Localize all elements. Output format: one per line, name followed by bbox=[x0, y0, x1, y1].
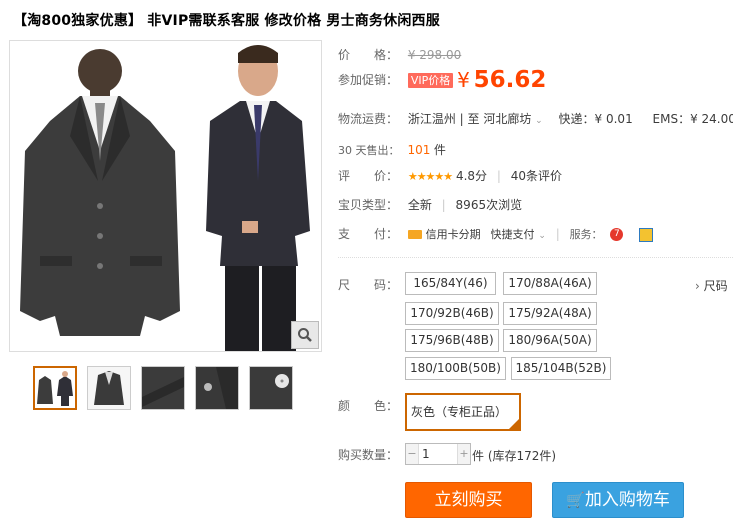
cart-icon: 🛒 bbox=[566, 491, 585, 509]
quick-pay[interactable]: 快捷支付 bbox=[490, 228, 534, 241]
shipping-route[interactable]: 浙江温州 | 至 河北廊坊 ⌄ bbox=[408, 112, 543, 126]
view-count: 8965次浏览 bbox=[455, 198, 523, 212]
increment-button[interactable]: + bbox=[457, 444, 470, 464]
chevron-down-icon[interactable]: ⌄ bbox=[538, 231, 546, 241]
size-option[interactable]: 175/92A(48A) bbox=[503, 302, 597, 325]
color-label-row: 颜 色： bbox=[338, 397, 404, 414]
promo-row: 参加促销： VIP价格 ¥ 56.62 bbox=[338, 67, 546, 93]
size-option[interactable]: 180/100B(50B) bbox=[405, 357, 506, 380]
quantity-label-row: 购买数量： bbox=[338, 446, 404, 463]
quantity-label: 购买数量： bbox=[338, 448, 399, 462]
item-condition: 全新 bbox=[407, 198, 432, 212]
active-arrow-icon bbox=[51, 366, 63, 367]
thumbnail-4[interactable] bbox=[195, 366, 239, 410]
stock-info: 件 (库存172件) bbox=[472, 449, 557, 463]
review-count-link[interactable]: 40条评价 bbox=[511, 169, 562, 183]
thumbnail-3[interactable] bbox=[141, 366, 185, 410]
shipping-row: 物流运费： 浙江温州 | 至 河北廊坊 ⌄ 快递：¥ 0.01 EMS：¥ 24… bbox=[338, 110, 733, 127]
check-icon bbox=[508, 418, 520, 430]
main-product-image[interactable] bbox=[9, 40, 322, 352]
magnifier-icon bbox=[298, 328, 312, 342]
size-label-row: 尺 码： bbox=[338, 276, 404, 293]
promo-price: 56.62 bbox=[473, 67, 547, 93]
shipping-label: 物流运费： bbox=[338, 112, 399, 126]
vip-badge: VIP价格 bbox=[407, 72, 454, 88]
seven-day-return-icon[interactable]: 7 bbox=[610, 228, 624, 241]
product-title: 【淘800独家优惠】 非VIP需联系客服 修改价格 男士商务休闲西服 bbox=[13, 13, 440, 29]
star-rating-icon: ★★★★★ bbox=[407, 170, 453, 183]
zoom-button[interactable] bbox=[291, 321, 319, 349]
add-to-cart-label: 加入购物车 bbox=[584, 490, 670, 510]
credit-installment[interactable]: 信用卡分期 bbox=[426, 228, 481, 241]
quantity-stepper: − + bbox=[405, 443, 471, 465]
original-price: ¥ 298.00 bbox=[407, 48, 462, 62]
color-label: 颜 色： bbox=[338, 399, 399, 413]
rating-score: 4.8分 bbox=[455, 169, 488, 183]
payment-row: 支 付： 信用卡分期 快捷支付 ⌄ | 服务： 7 bbox=[338, 225, 654, 242]
credit-card-icon bbox=[407, 230, 422, 239]
express-fee: 快递：¥ 0.01 bbox=[558, 112, 633, 126]
size-option[interactable]: 175/96B(48B) bbox=[405, 329, 499, 352]
payment-label: 支 付： bbox=[338, 227, 399, 241]
thumbnail-strip bbox=[33, 366, 293, 410]
color-option-label: 灰色（专柜正品） bbox=[411, 405, 508, 419]
size-chart-link[interactable]: › 尺码 bbox=[695, 277, 728, 294]
product-photo bbox=[10, 41, 321, 351]
service-label: 服务： bbox=[569, 228, 603, 241]
decrement-button[interactable]: − bbox=[406, 444, 419, 464]
thumbnail-2[interactable] bbox=[87, 366, 131, 410]
divider: | bbox=[555, 227, 560, 241]
size-option[interactable]: 170/92B(46B) bbox=[405, 302, 499, 325]
size-option[interactable]: 185/104B(52B) bbox=[511, 357, 611, 380]
ems-fee: EMS：¥ 24.00 bbox=[652, 112, 733, 126]
price-row: 价 格： ¥ 298.00 bbox=[338, 46, 461, 63]
rating-label: 评 价： bbox=[338, 169, 399, 183]
item-type-label: 宝贝类型： bbox=[338, 198, 399, 212]
divider-line bbox=[338, 257, 733, 258]
chevron-down-icon: ⌄ bbox=[535, 116, 543, 126]
size-option[interactable]: 180/96A(50A) bbox=[503, 329, 597, 352]
sales-unit: 件 bbox=[433, 143, 446, 157]
sales-row: 30 天售出： 101 件 bbox=[338, 141, 446, 158]
promo-currency: ¥ bbox=[457, 68, 470, 92]
promo-label: 参加促销： bbox=[338, 72, 399, 87]
size-option[interactable]: 165/84Y(46) bbox=[405, 272, 496, 295]
divider: | bbox=[496, 169, 501, 183]
divider: | bbox=[441, 198, 446, 212]
thumbnail-5[interactable] bbox=[249, 366, 293, 410]
add-to-cart-button[interactable]: 🛒加入购物车 bbox=[552, 482, 684, 518]
size-option[interactable]: 170/88A(46A) bbox=[503, 272, 597, 295]
item-type-row: 宝贝类型： 全新 | 8965次浏览 bbox=[338, 196, 522, 213]
thumbnail-1[interactable] bbox=[33, 366, 77, 410]
sales-count: 101 bbox=[407, 143, 431, 157]
quantity-input[interactable] bbox=[419, 444, 459, 464]
guarantee-icon[interactable] bbox=[639, 227, 654, 242]
color-option-selected[interactable]: 灰色（专柜正品） bbox=[405, 393, 521, 431]
sales-label: 30 天售出： bbox=[338, 144, 400, 157]
buy-now-button[interactable]: 立刻购买 bbox=[405, 482, 532, 518]
size-label: 尺 码： bbox=[338, 278, 399, 292]
rating-row: 评 价： ★★★★★ 4.8分 | 40条评价 bbox=[338, 167, 562, 184]
price-label: 价 格： bbox=[338, 48, 399, 62]
